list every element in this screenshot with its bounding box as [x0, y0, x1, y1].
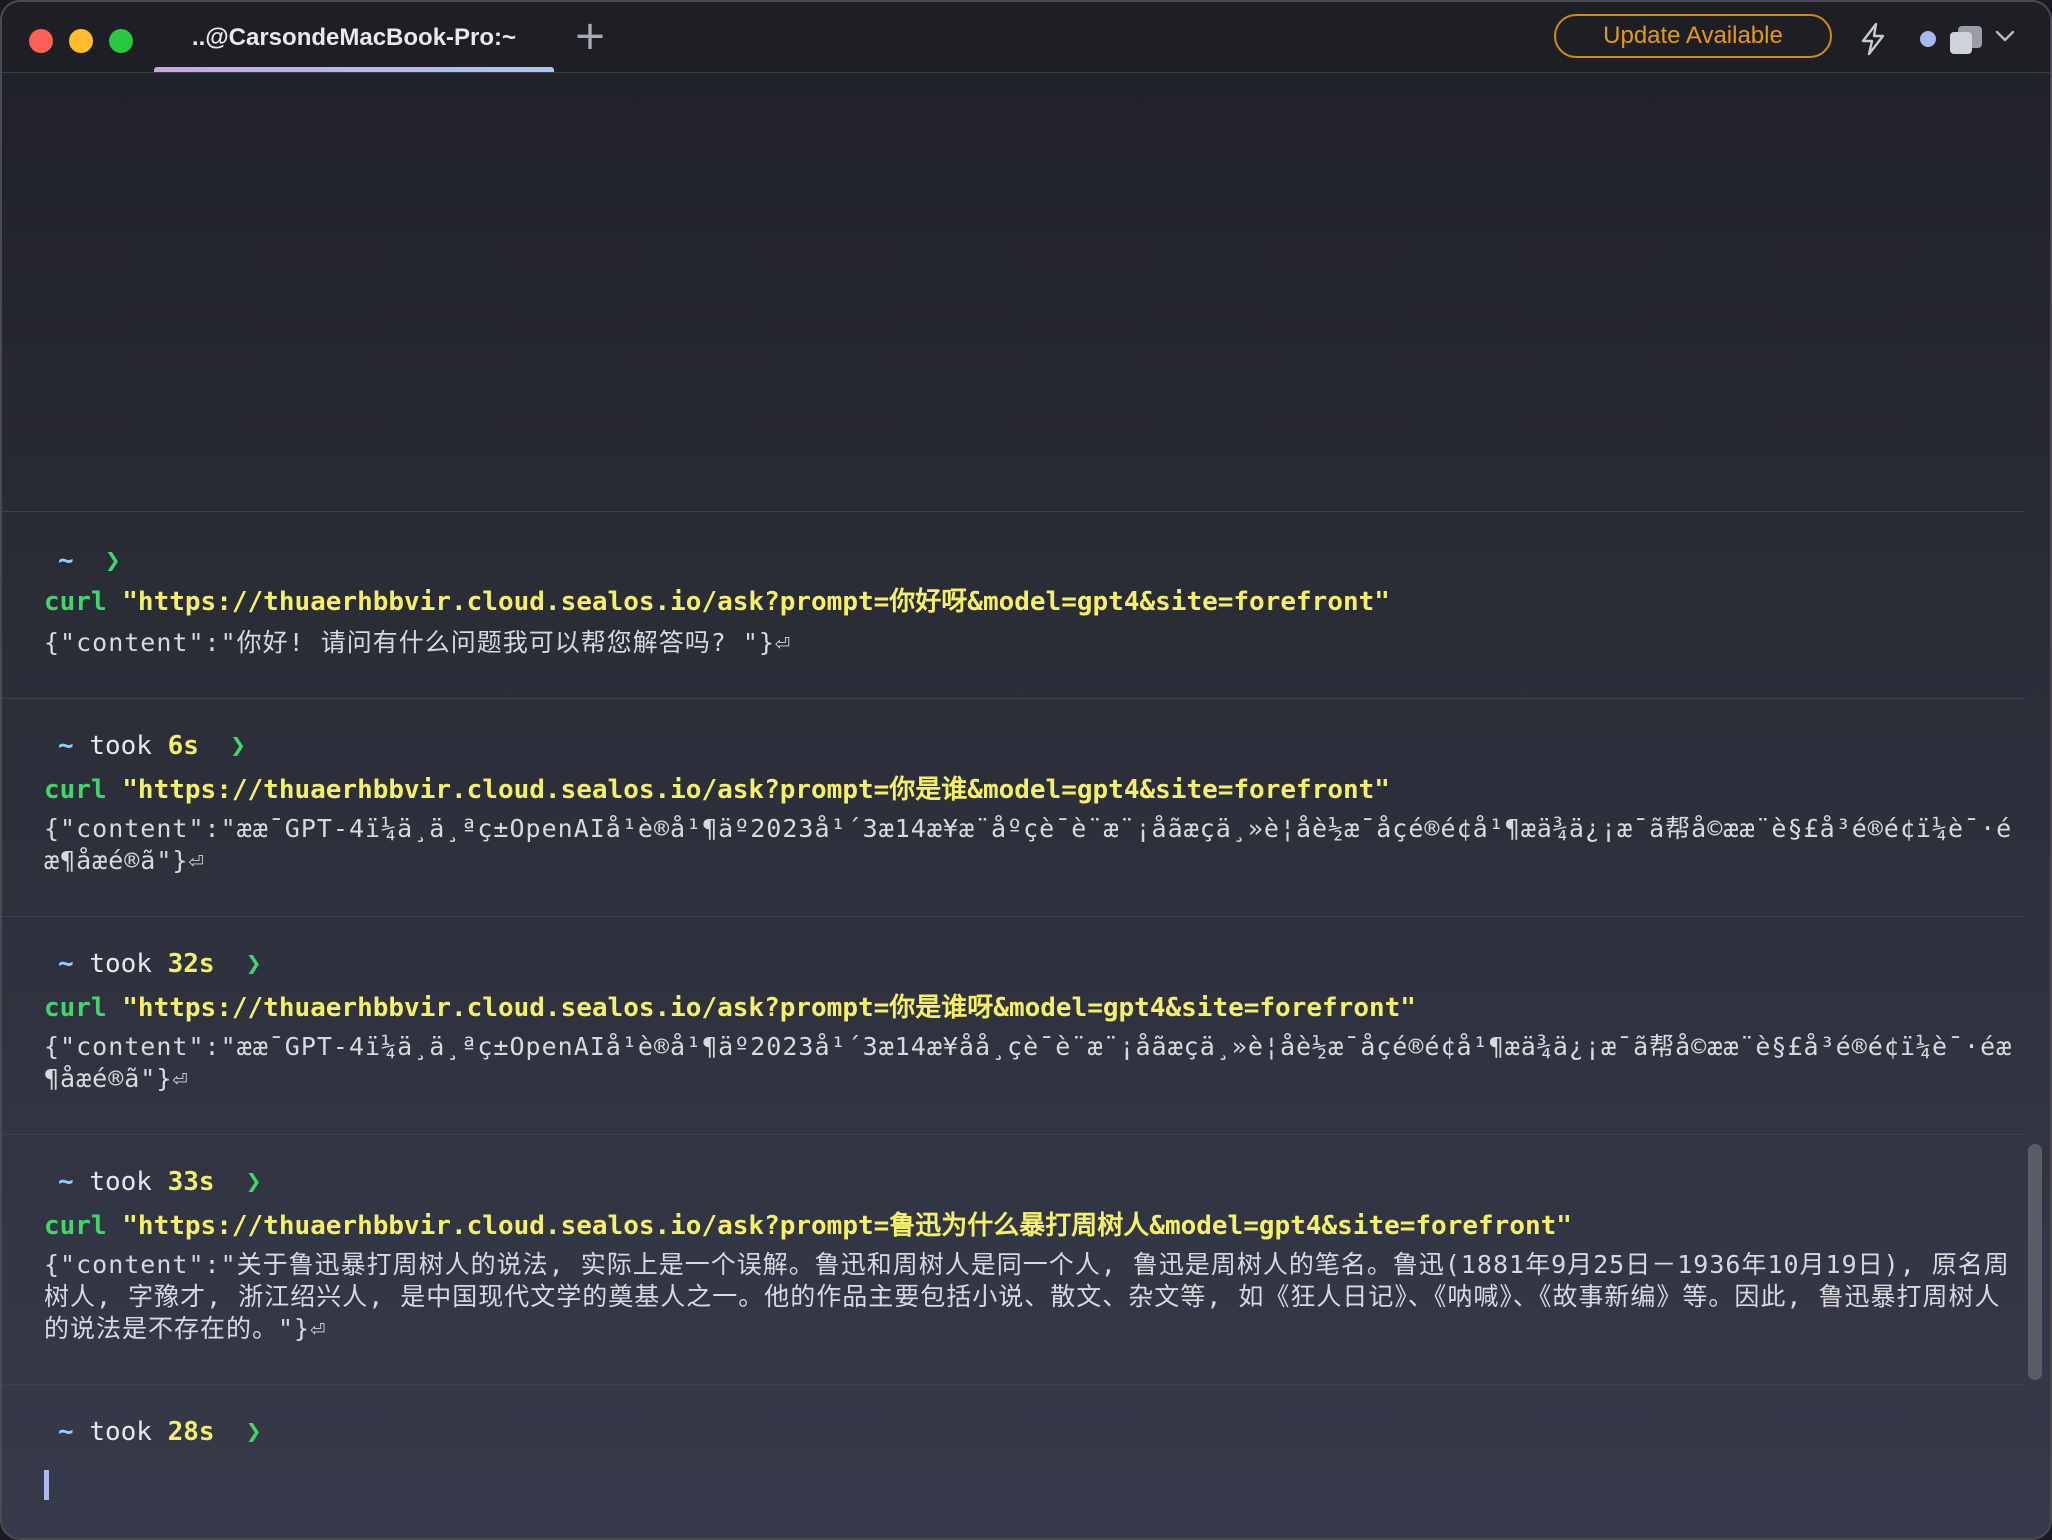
prompt-arrow: ❯: [245, 949, 262, 979]
title-bar: ..@CarsondeMacBook-Pro:~ + Update Availa…: [2, 2, 2050, 73]
took-label: took: [89, 1417, 152, 1447]
command-name: curl: [44, 1211, 107, 1241]
scrollbar-thumb[interactable]: [2028, 1144, 2042, 1380]
command-argument: "https://thuaerhbbvir.cloud.sealos.io/as…: [122, 993, 1416, 1023]
command-block: ~ took 6s ❯ curl "https://thuaerhbbvir.c…: [2, 698, 2024, 915]
command-argument: "https://thuaerhbbvir.cloud.sealos.io/as…: [122, 775, 1390, 805]
took-label: took: [89, 1167, 152, 1197]
prompt-tilde: ~: [58, 1417, 74, 1447]
command-argument: "https://thuaerhbbvir.cloud.sealos.io/as…: [122, 1211, 1572, 1241]
command-block: ~ took 32s ❯ curl "https://thuaerhbbvir.…: [2, 916, 2024, 1133]
text-cursor[interactable]: [44, 1470, 49, 1500]
command-output: {"content":"关于鲁迅暴打周树人的说法, 实际上是一个误解。鲁迅和周树…: [44, 1250, 2010, 1343]
prompt-arrow: ❯: [104, 546, 121, 576]
command-block: ~ took 33s ❯ curl "https://thuaerhbbvir.…: [2, 1134, 2024, 1383]
command-name: curl: [44, 775, 107, 805]
command-duration: 32s: [167, 949, 215, 979]
took-label: took: [89, 949, 152, 979]
command-name: curl: [44, 587, 107, 617]
lightning-bolt-icon[interactable]: [1858, 22, 1888, 56]
chevron-down-icon[interactable]: [1994, 28, 2016, 44]
command-line: curl "https://thuaerhbbvir.cloud.sealos.…: [44, 987, 1416, 1024]
current-prompt-block[interactable]: ~ took 28s ❯: [2, 1384, 2024, 1538]
prompt-arrow: ❯: [245, 1167, 262, 1197]
tab-active-indicator: [154, 67, 554, 72]
command-argument: "https://thuaerhbbvir.cloud.sealos.io/as…: [122, 587, 1390, 617]
prompt-tilde: ~: [58, 949, 74, 979]
prompt-tilde: ~: [58, 546, 74, 576]
prompt-line: ~ took 28s ❯: [58, 1417, 262, 1447]
prompt-line: ~ took 6s ❯: [58, 731, 246, 761]
terminal-window: ..@CarsondeMacBook-Pro:~ + Update Availa…: [0, 0, 2052, 1540]
status-dot-icon: [1920, 31, 1936, 47]
command-output: {"content":"ææ¯GPT-4ï¼ä¸ä¸ªç±OpenAIå¹è®­…: [44, 1032, 2013, 1093]
command-duration: 33s: [167, 1167, 215, 1197]
zoom-window-button[interactable]: [109, 29, 133, 53]
command-output: {"content":"你好! 请问有什么问题我可以帮您解答吗? "}⏎: [44, 628, 791, 657]
prompt-tilde: ~: [58, 731, 74, 761]
command-line: curl "https://thuaerhbbvir.cloud.sealos.…: [44, 581, 1390, 618]
command-line: curl "https://thuaerhbbvir.cloud.sealos.…: [44, 1205, 1572, 1242]
prompt-line: ~ ❯: [58, 546, 121, 576]
close-window-button[interactable]: [29, 29, 53, 53]
command-block: ~ ❯ curl "https://thuaerhbbvir.cloud.sea…: [2, 511, 2024, 697]
layers-icon[interactable]: [1946, 22, 1988, 56]
command-output: {"content":"ææ¯GPT-4ï¼ä¸ä¸ªç±OpenAIå¹è®­…: [44, 814, 2013, 875]
prompt-line: ~ took 32s ❯: [58, 949, 262, 979]
command-line: curl "https://thuaerhbbvir.cloud.sealos.…: [44, 769, 1390, 806]
new-tab-button[interactable]: +: [570, 16, 610, 56]
command-name: curl: [44, 993, 107, 1023]
minimize-window-button[interactable]: [69, 29, 93, 53]
prompt-arrow: ❯: [245, 1417, 262, 1447]
command-duration: 28s: [167, 1417, 215, 1447]
tab-active[interactable]: ..@CarsondeMacBook-Pro:~: [154, 2, 554, 72]
prompt-line: ~ took 33s ❯: [58, 1167, 262, 1197]
took-label: took: [89, 731, 152, 761]
prompt-tilde: ~: [58, 1167, 74, 1197]
update-available-button[interactable]: Update Available: [1554, 14, 1832, 58]
terminal-output-area[interactable]: ~ ❯ curl "https://thuaerhbbvir.cloud.sea…: [2, 73, 2024, 1538]
tab-title: ..@CarsondeMacBook-Pro:~: [191, 24, 517, 51]
command-duration: 6s: [167, 731, 199, 761]
prompt-arrow: ❯: [230, 731, 246, 761]
